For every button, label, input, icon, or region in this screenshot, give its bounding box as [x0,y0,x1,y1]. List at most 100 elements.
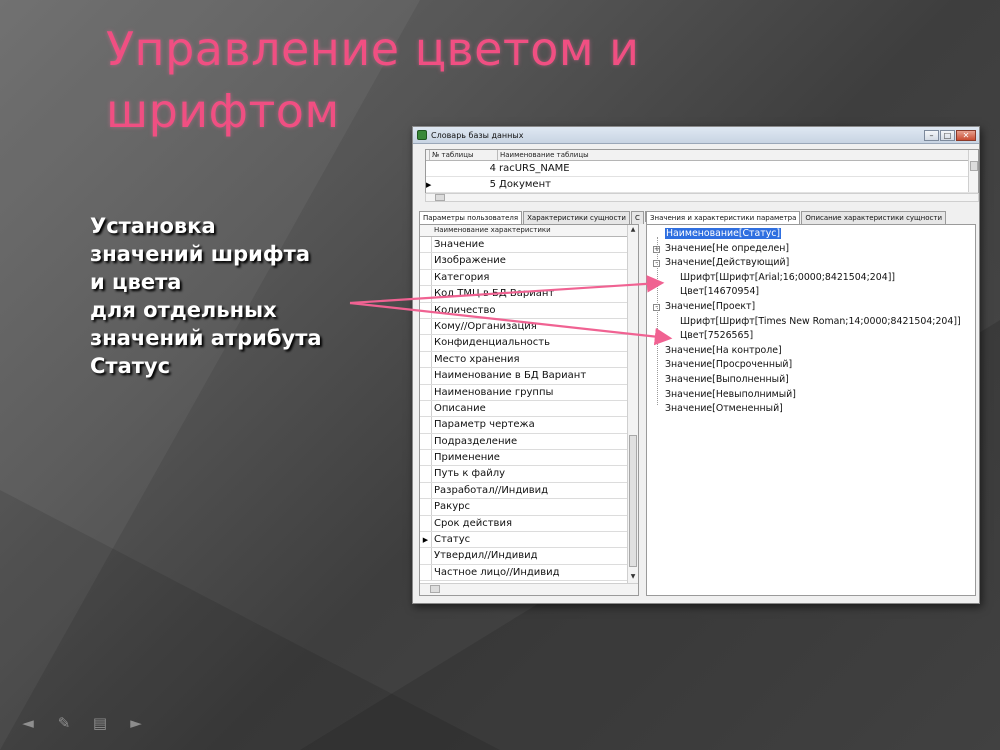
characteristics-list-panel: Наименование характеристики Значение Изоб… [419,224,639,596]
tables-grid-horizontal-scrollbar[interactable] [425,193,979,202]
slides-menu-icon[interactable]: ▤ [90,714,110,732]
list-item[interactable]: Параметр чертежа [420,417,628,434]
window-titlebar[interactable]: Словарь базы данных – □ ✕ [413,127,979,144]
tree-node[interactable]: - Значение[Проект] [647,300,961,315]
tab-entity-characteristics[interactable]: Характеристики сущности [523,211,630,224]
list-item-label: Изображение [434,255,506,267]
tree-node[interactable]: Значение[Отмененный] [647,402,961,417]
tree-node-label: Значение[На контроле] [665,344,782,356]
characteristics-vertical-scrollbar[interactable]: ▲ ▼ [627,225,638,583]
row-indicator-icon [420,564,432,581]
row-indicator-icon [420,466,432,482]
callout-line: Статус [90,354,171,378]
list-item[interactable]: Наименование в БД Вариант [420,368,628,385]
row-indicator-icon [420,548,432,564]
tree-node-child[interactable]: Цвет[7526565] [647,329,961,344]
row-indicator-icon [420,515,432,532]
back-arrow-icon[interactable]: ◄ [18,714,38,732]
list-item[interactable]: Ракурс [420,499,628,516]
tree-node[interactable]: + Значение[Не определен] [647,242,961,257]
list-item-label: Утвердил//Индивид [434,550,538,562]
app-icon [417,130,427,140]
tables-grid: № таблицы Наименование таблицы 4 racURS_N… [425,149,979,193]
callout-line: для отдельных [90,298,277,322]
table-row[interactable]: 4 racURS_NAME [426,161,978,177]
database-dictionary-window: Словарь базы данных – □ ✕ № таблицы Наим… [412,126,980,604]
tab-parameter-values[interactable]: Значения и характеристики параметра [646,211,801,224]
list-item[interactable]: Количество [420,302,628,319]
column-header-table-name[interactable]: Наименование таблицы [498,150,978,160]
tree-node-child-label: Шрифт[Шрифт[Arial;16;0000;8421504;204]] [680,271,896,283]
row-indicator-icon: ▶ [420,532,432,548]
list-item-label: Статус [434,534,471,546]
list-item-label: Подразделение [434,435,518,447]
scrollbar-thumb[interactable] [629,435,637,567]
tree-node[interactable]: Значение[На контроле] [647,344,961,359]
list-item[interactable]: Разработал//Индивид [420,482,628,500]
table-name-cell: racURS_NAME [499,163,570,174]
tab-user-parameters[interactable]: Параметры пользователя [419,211,523,224]
close-button[interactable]: ✕ [956,129,976,141]
callout-text: Установка значений шрифта и цвета для от… [90,212,360,380]
scroll-up-icon[interactable]: ▲ [629,226,637,235]
tree-node[interactable]: Значение[Просроченный] [647,358,961,373]
list-item[interactable]: Место хранения [420,351,628,369]
tree-node-child[interactable]: Цвет[14670954] [647,285,961,300]
table-row[interactable]: ▶ 5 Документ [426,177,978,193]
row-indicator-icon [420,302,432,318]
tree-node-label: Значение[Действующий] [665,257,790,269]
tab-characteristic-description[interactable]: Описание характеристики сущности [801,211,946,224]
list-item[interactable]: Путь к файлу [420,466,628,483]
slide-title: Управление цветом и шрифтом [106,22,640,138]
tree-node[interactable]: Значение[Невыполнимый] [647,388,961,403]
list-item[interactable]: Изображение [420,253,628,270]
callout-line: значений атрибута [90,326,322,350]
slide-navigation: ◄ ✎ ▤ ► [18,714,146,732]
row-indicator-icon [420,368,432,384]
pen-icon[interactable]: ✎ [54,714,74,732]
row-indicator-icon [420,433,432,450]
list-item[interactable]: Утвердил//Индивид [420,548,628,565]
list-item[interactable]: Подразделение [420,433,628,451]
tree-node-root[interactable]: Наименование[Статус] [647,227,961,242]
tree-node-child[interactable]: Шрифт[Шрифт[Arial;16;0000;8421504;204]] [647,271,961,286]
tables-grid-vertical-scrollbar[interactable] [968,150,978,192]
row-indicator-icon [420,253,432,269]
list-item[interactable]: Срок действия [420,515,628,533]
row-indicator-icon [420,318,432,335]
list-item[interactable]: Конфиденциальность [420,335,628,352]
list-item[interactable]: ▶ Статус [420,532,628,549]
list-item[interactable]: Описание [420,400,628,418]
tree-node[interactable]: Значение[Выполненный] [647,373,961,388]
list-item-label: Конфиденциальность [434,337,551,349]
forward-arrow-icon[interactable]: ► [126,714,146,732]
list-item-label: Частное лицо//Индивид [434,566,560,578]
tab-truncated[interactable]: С [630,211,644,224]
minimize-button[interactable]: – [924,129,939,141]
characteristics-list-header[interactable]: Наименование характеристики [420,225,638,237]
list-item-label: Описание [434,402,486,414]
row-indicator-icon [420,482,432,499]
list-item[interactable]: Применение [420,450,628,467]
row-indicator-icon [420,400,432,417]
tree-node-root-label: Наименование[Статус] [665,228,782,239]
tree-node-child-label: Цвет[14670954] [680,286,760,298]
maximize-button[interactable]: □ [940,129,955,141]
list-item-label: Категория [434,271,490,283]
list-item-label: Разработал//Индивид [434,484,549,496]
tree-node-child-label: Цвет[7526565] [680,330,754,342]
tree-node-child[interactable]: Шрифт[Шрифт[Times New Roman;14;0000;8421… [647,315,961,330]
column-header-table-number[interactable]: № таблицы [430,150,498,160]
row-indicator-icon [420,237,432,253]
characteristics-horizontal-scrollbar[interactable] [420,583,638,595]
list-item[interactable]: Частное лицо//Индивид [420,564,628,582]
list-item[interactable]: Код ТМЦ в БД Вариант [420,286,628,303]
list-item-label: Место хранения [434,353,520,365]
scroll-down-icon[interactable]: ▼ [629,573,637,582]
tree-node[interactable]: - Значение[Действующий] [647,256,961,271]
callout-line: и цвета [90,270,182,294]
list-item[interactable]: Значение [420,237,628,254]
list-item[interactable]: Категория [420,269,628,287]
list-item[interactable]: Кому//Организация [420,318,628,336]
list-item[interactable]: Наименование группы [420,384,628,401]
